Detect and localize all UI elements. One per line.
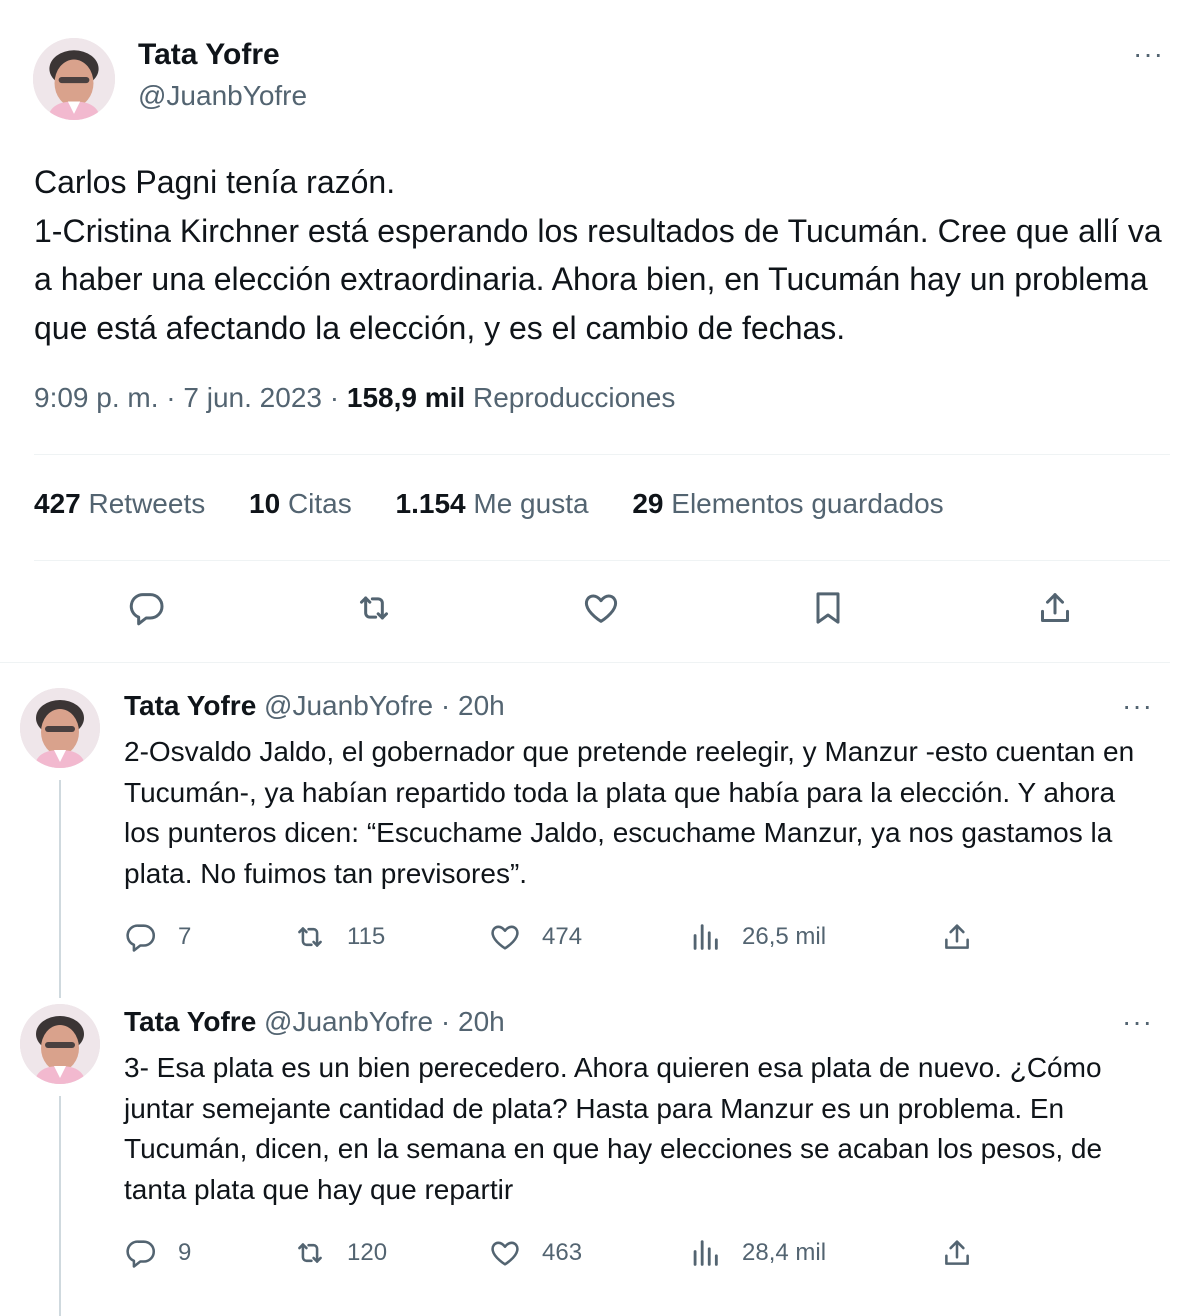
reply-author-handle[interactable]: @JuanbYofre: [264, 1006, 433, 1037]
author-handle[interactable]: @JuanbYofre: [138, 80, 307, 112]
avatar-image: [33, 38, 115, 120]
like-icon: [488, 920, 522, 954]
reply-avatar[interactable]: [20, 688, 100, 768]
avatar-image: [20, 1004, 100, 1084]
reply-button[interactable]: 7: [124, 920, 191, 954]
views-icon: [688, 920, 722, 954]
engagement-stats: 427 Retweets 10 Citas 1.154 Me gusta 29 …: [34, 488, 980, 520]
retweet-button[interactable]: 120: [293, 1236, 387, 1270]
views-label: Reproducciones: [472, 382, 676, 413]
more-options-icon[interactable]: ···: [1122, 692, 1153, 720]
reply-time[interactable]: · 20h: [441, 1006, 505, 1037]
like-button[interactable]: 463: [488, 1236, 582, 1270]
reply-icon: [124, 1236, 158, 1270]
stat-likes[interactable]: 1.154 Me gusta: [396, 488, 589, 519]
reply-header: Tata Yofre @JuanbYofre · 20h: [124, 1006, 505, 1038]
views-icon: [688, 1236, 722, 1270]
share-button[interactable]: [940, 920, 994, 954]
share-icon: [940, 1236, 974, 1270]
thread-line: [59, 780, 61, 998]
tweet-date[interactable]: 7 jun. 2023: [183, 382, 322, 413]
retweet-count: 115: [347, 923, 386, 950]
views-count: 158,9 mil: [346, 382, 466, 413]
share-icon[interactable]: [1035, 588, 1075, 628]
reply-button[interactable]: 9: [124, 1236, 191, 1270]
views-button[interactable]: 26,5 mil: [688, 920, 826, 954]
reply-header: Tata Yofre @JuanbYofre · 20h: [124, 690, 505, 722]
retweet-icon: [293, 920, 327, 954]
stat-retweets[interactable]: 427 Retweets: [34, 488, 205, 519]
retweet-button[interactable]: 115: [293, 920, 385, 954]
retweet-icon[interactable]: [354, 588, 394, 628]
like-icon: [488, 1236, 522, 1270]
reply-text: 2-Osvaldo Jaldo, el gobernador que prete…: [124, 736, 1135, 889]
retweet-count: 120: [347, 1239, 388, 1266]
reply-text: 3- Esa plata es un bien perecedero. Ahor…: [124, 1052, 1103, 1205]
avatar-image: [20, 688, 100, 768]
share-icon: [940, 920, 974, 954]
like-count: 463: [542, 1239, 583, 1266]
tweet-time[interactable]: 9:09 p. m.: [34, 382, 159, 413]
author-avatar[interactable]: [33, 38, 115, 120]
like-icon[interactable]: [581, 588, 621, 628]
reply-icon[interactable]: [127, 588, 167, 628]
reply-time[interactable]: · 20h: [441, 690, 505, 721]
tweet-text: Carlos Pagni tenía razón. 1-Cristina Kir…: [34, 164, 1162, 346]
more-options-icon[interactable]: ···: [1133, 40, 1164, 68]
meta-separator: ·: [166, 382, 184, 413]
divider: [34, 560, 1170, 561]
reply-author-name[interactable]: Tata Yofre: [124, 1006, 256, 1037]
divider: [34, 454, 1170, 455]
bookmark-icon[interactable]: [808, 588, 848, 628]
share-button[interactable]: [940, 1236, 994, 1270]
tweet-meta: 9:09 p. m. · 7 jun. 2023 · 158,9 mil Rep…: [34, 382, 675, 414]
like-button[interactable]: 474: [488, 920, 582, 954]
stat-quotes[interactable]: 10 Citas: [249, 488, 352, 519]
thread-line: [59, 1096, 61, 1316]
reply-author-name[interactable]: Tata Yofre: [124, 690, 256, 721]
stat-bookmarks[interactable]: 29 Elementos guardados: [632, 488, 943, 519]
views-count: 26,5 mil: [742, 923, 827, 950]
more-options-icon[interactable]: ···: [1122, 1008, 1153, 1036]
reply-count: 9: [178, 1239, 192, 1266]
author-name[interactable]: Tata Yofre: [138, 38, 280, 72]
meta-separator: ·: [329, 382, 347, 413]
reply-icon: [124, 920, 158, 954]
like-count: 474: [542, 923, 583, 950]
views-count: 28,4 mil: [742, 1239, 827, 1266]
divider: [0, 662, 1170, 663]
reply-author-handle[interactable]: @JuanbYofre: [264, 690, 433, 721]
reply-count: 7: [178, 923, 192, 950]
reply-avatar[interactable]: [20, 1004, 100, 1084]
retweet-icon: [293, 1236, 327, 1270]
views-button[interactable]: 28,4 mil: [688, 1236, 826, 1270]
